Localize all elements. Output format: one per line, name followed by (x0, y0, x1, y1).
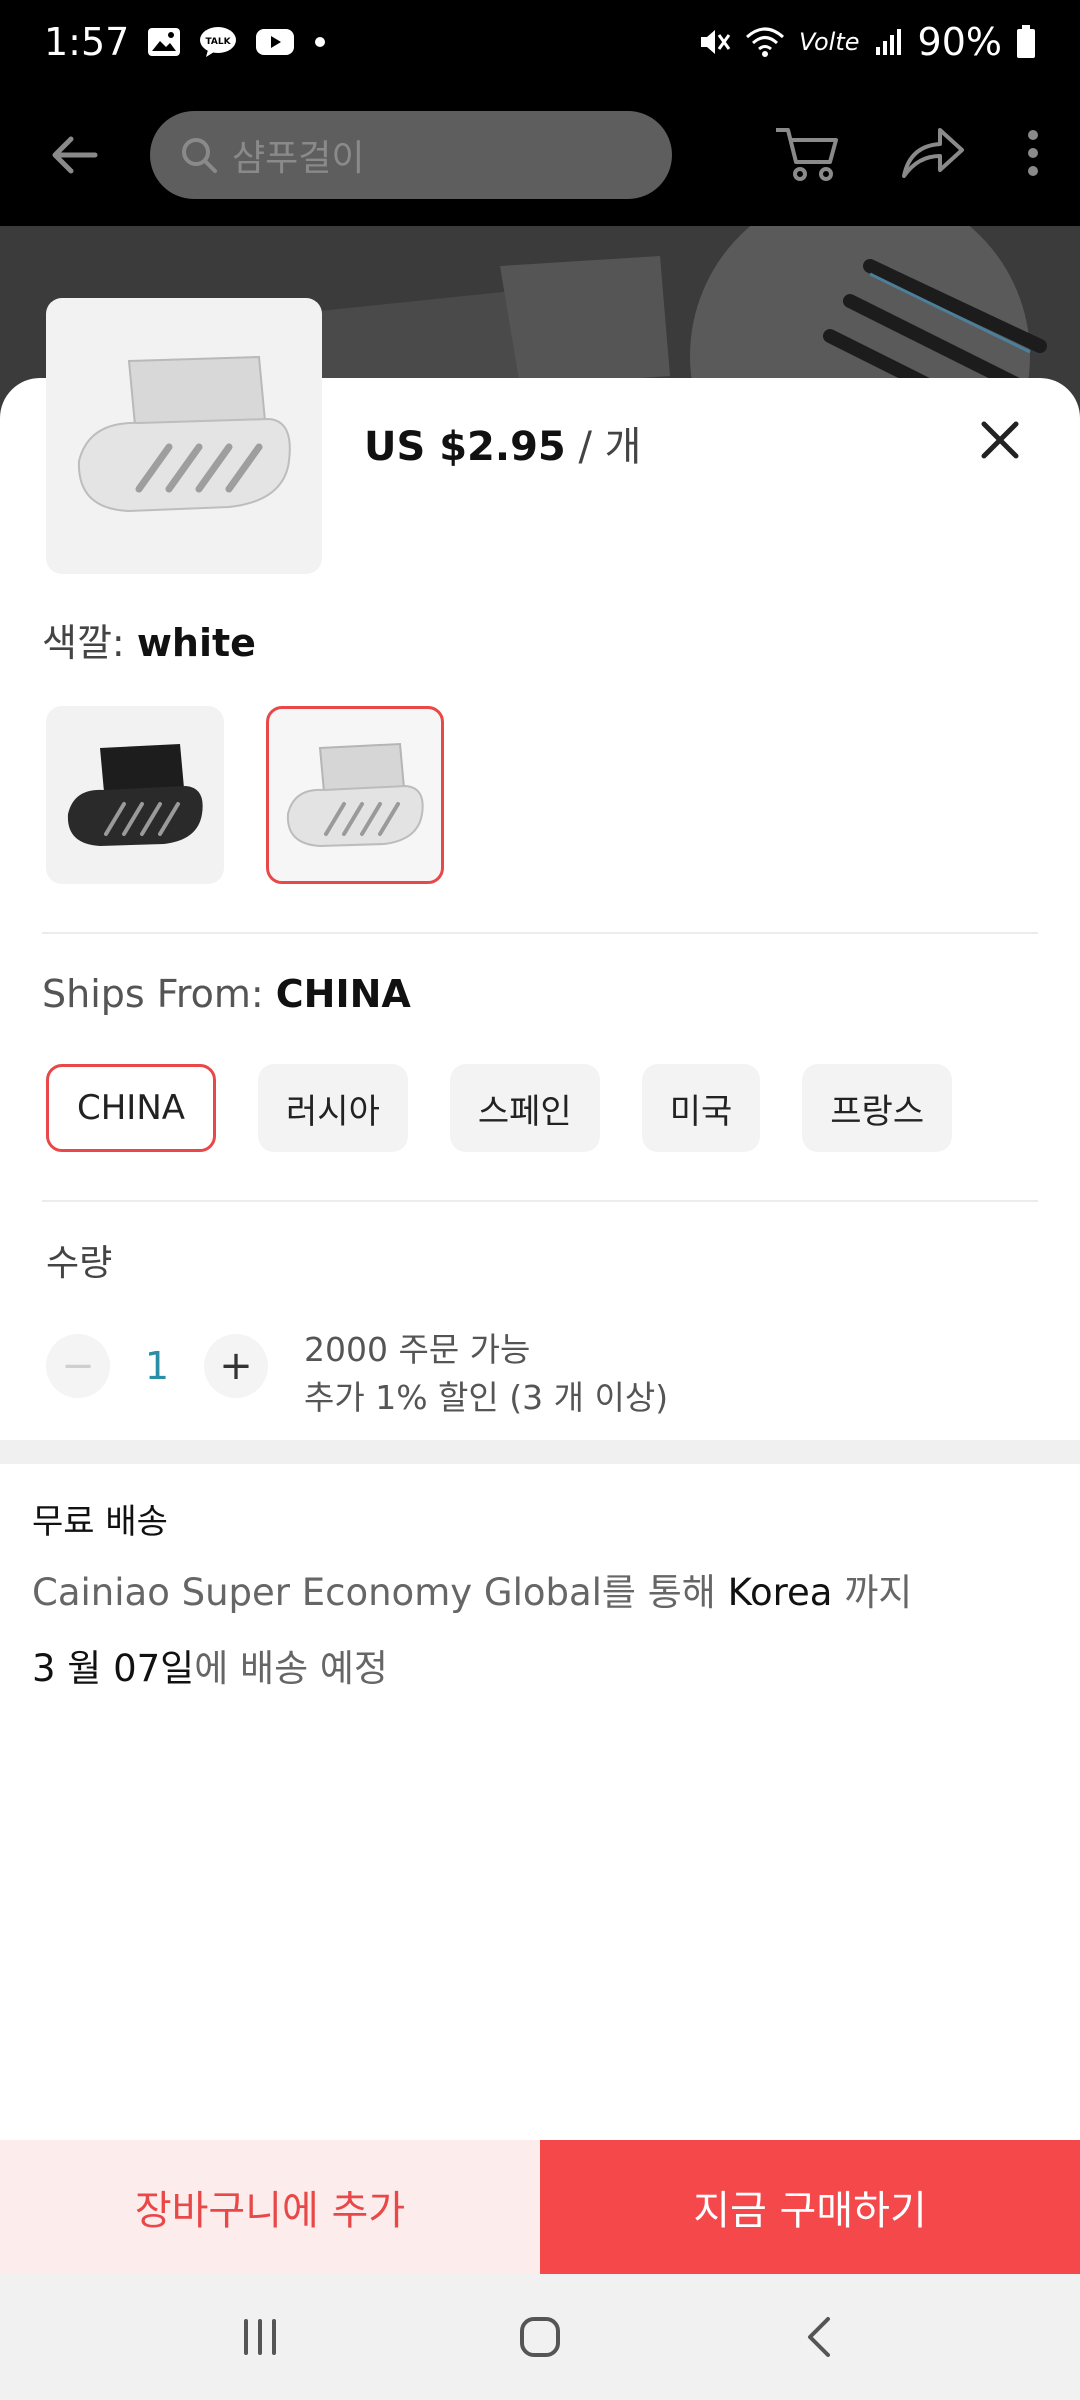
youtube-icon (255, 27, 295, 57)
shipping-title: 무료 배송 (32, 1502, 168, 1542)
color-option-white[interactable] (266, 706, 444, 884)
battery-icon (1016, 25, 1036, 59)
quantity-increase-button[interactable]: + (204, 1334, 268, 1398)
available-quantity: 2000 주문 가능 (304, 1330, 531, 1369)
share-icon[interactable] (900, 126, 966, 184)
quantity-info: 2000 주문 가능 추가 1% 할인 (3 개 이상) (304, 1326, 668, 1422)
quantity-stepper: − 1 + (46, 1334, 268, 1398)
ships-from-option-russia[interactable]: 러시아 (258, 1064, 408, 1152)
quantity-label: 수량 (46, 1243, 113, 1284)
search-icon (182, 138, 217, 173)
buy-now-button[interactable]: 지금 구매하기 (540, 2140, 1080, 2274)
color-selected-value: white (136, 621, 256, 665)
cart-icon[interactable] (774, 124, 840, 186)
status-bar: 1:57 TALK Volte 90% (0, 0, 1080, 84)
selected-product-thumbnail (46, 298, 322, 574)
quantity-value[interactable]: 1 (110, 1344, 204, 1388)
add-to-cart-button[interactable]: 장바구니에 추가 (0, 2140, 540, 2274)
home-button[interactable] (500, 2297, 580, 2377)
shipping-destination: Korea (727, 1571, 833, 1614)
soap-dish-black-image (67, 744, 203, 846)
ships-from-options: CHINA 러시아 스페인 미국 프랑스 (46, 1064, 953, 1152)
chip-label: 미국 (669, 1091, 733, 1132)
action-bar: 장바구니에 추가 지금 구매하기 (0, 2140, 1080, 2274)
divider (42, 932, 1038, 934)
eta-suffix: 에 배송 예정 (194, 1647, 388, 1690)
recent-apps-button[interactable] (220, 2297, 300, 2377)
color-option-black[interactable] (46, 706, 224, 884)
chip-label: 프랑스 (830, 1091, 925, 1132)
battery-percent: 90% (917, 20, 1002, 64)
bulk-discount: 추가 1% 할인 (3 개 이상) (304, 1378, 669, 1417)
close-button[interactable] (970, 410, 1030, 470)
color-label-text: 색깔: (42, 621, 137, 665)
back-button[interactable] (40, 120, 110, 190)
shipping-route-suffix: 까지 (832, 1571, 913, 1614)
wifi-icon (745, 25, 785, 59)
product-price: US $2.95 / 개 (364, 414, 641, 472)
price-unit: / 개 (565, 424, 642, 470)
dot-icon (313, 35, 327, 49)
close-icon (981, 421, 1019, 459)
more-options-icon[interactable] (1026, 129, 1040, 181)
shipping-eta: 3 월 07일에 배송 예정 (32, 1638, 388, 1692)
arrow-left-icon (52, 136, 98, 174)
chip-label: 러시아 (286, 1091, 380, 1132)
ships-from-option-spain[interactable]: 스페인 (449, 1064, 600, 1152)
ships-from-selected-value: CHINA (275, 972, 411, 1016)
ships-from-label: Ships From: CHINA (42, 972, 411, 1016)
gallery-icon (147, 27, 181, 57)
ships-from-option-france[interactable]: 프랑스 (802, 1064, 953, 1152)
color-label: 색깔: white (42, 612, 256, 667)
ships-from-option-china[interactable]: CHINA (46, 1064, 217, 1152)
svg-text:TALK: TALK (206, 37, 232, 47)
soap-dish-white-image (286, 742, 424, 848)
soap-dish-image (77, 355, 291, 513)
eta-date: 3 월 07일 (32, 1647, 195, 1690)
shipping-route[interactable]: Cainiao Super Economy Global를 통해 Korea 까… (32, 1562, 912, 1616)
signal-icon (874, 27, 904, 57)
ships-from-option-usa[interactable]: 미국 (641, 1064, 761, 1152)
ships-from-label-text: Ships From: (42, 972, 276, 1016)
section-separator (0, 1440, 1080, 1464)
app-bar: 샴푸걸이 (0, 84, 1080, 226)
chip-label: CHINA (77, 1088, 186, 1128)
network-type: Volte (798, 28, 860, 56)
divider (42, 1200, 1038, 1202)
status-time: 1:57 (44, 20, 130, 64)
price-value: US $2.95 (364, 424, 566, 470)
shipping-method: Cainiao Super Economy Global를 통해 (32, 1571, 728, 1614)
search-placeholder: 샴푸걸이 (232, 138, 365, 179)
chip-label: 스페인 (477, 1091, 572, 1132)
quantity-decrease-button[interactable]: − (46, 1334, 110, 1398)
system-nav-bar (0, 2274, 1080, 2400)
recent-apps-icon (244, 2319, 276, 2355)
kakaotalk-icon: TALK (199, 26, 237, 58)
chevron-left-icon (808, 2317, 830, 2357)
home-icon (520, 2317, 560, 2357)
search-input[interactable]: 샴푸걸이 (150, 111, 672, 199)
back-nav-button[interactable] (780, 2297, 860, 2377)
mute-icon (697, 25, 731, 59)
